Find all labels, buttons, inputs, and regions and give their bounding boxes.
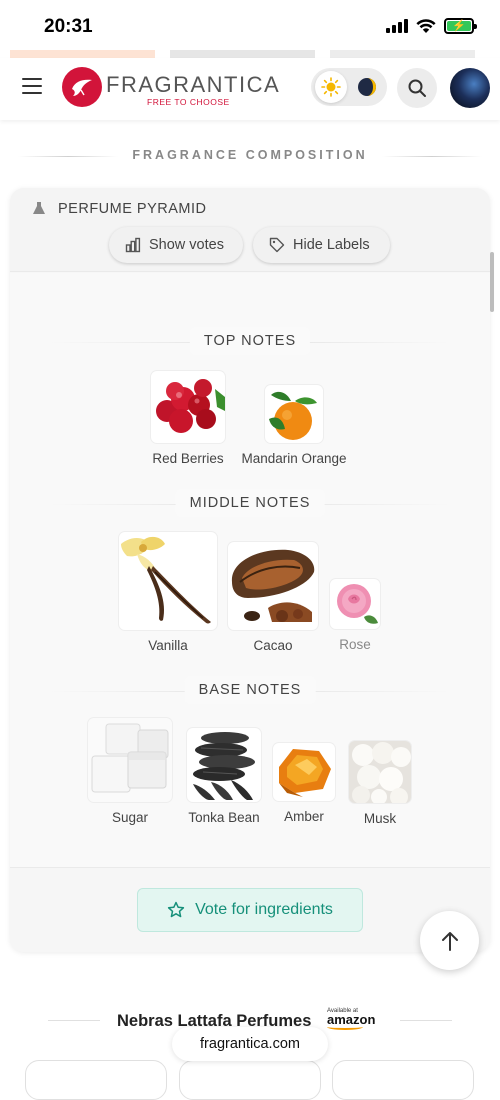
note-label: Rose	[339, 637, 371, 652]
product-card[interactable]	[179, 1060, 321, 1100]
note-label: Sugar	[111, 810, 149, 825]
note-sugar[interactable]: Sugar	[87, 718, 173, 825]
brand-tagline: FREE TO CHOOSE	[147, 97, 230, 107]
amazon-word: amazon	[327, 1012, 376, 1027]
pyramid-footer: Vote for ingredients	[10, 867, 490, 952]
note-label: Amber	[284, 809, 324, 824]
pyramid-title: PERFUME PYRAMID	[58, 201, 207, 217]
signal-icon	[386, 19, 408, 33]
top-notes-heading: TOP NOTES	[10, 327, 490, 357]
arrow-up-icon	[441, 931, 458, 951]
note-image	[119, 532, 217, 630]
flask-icon	[33, 202, 45, 214]
note-label: Red Berries	[152, 451, 224, 466]
pyramid-header: PERFUME PYRAMID Show votes Hide Labels	[10, 188, 490, 272]
status-bar: 20:31 ⚡	[0, 0, 500, 54]
vote-for-ingredients-button[interactable]: Vote for ingredients	[137, 888, 363, 932]
top-navbar: FRAGRANTICA FREE TO CHOOSE	[0, 58, 500, 120]
hide-labels-button[interactable]: Hide Labels	[253, 227, 390, 263]
note-label: Cacao	[253, 638, 293, 653]
section-title: FRAGRANCE COMPOSITION	[132, 148, 368, 162]
note-musk[interactable]: Musk	[346, 741, 414, 826]
note-image	[187, 728, 261, 802]
page-scrollbar[interactable]	[490, 252, 494, 312]
fragrantica-logo-icon[interactable]	[62, 67, 102, 107]
note-label: Musk	[363, 811, 397, 826]
theme-toggle[interactable]	[311, 68, 387, 106]
note-label: Vanilla	[148, 638, 188, 653]
note-image	[349, 741, 411, 803]
vote-button-label: Vote for ingredients	[195, 901, 333, 918]
scroll-to-top-button[interactable]	[420, 911, 479, 970]
note-image	[330, 579, 380, 629]
show-votes-button[interactable]: Show votes	[109, 227, 243, 263]
battery-icon: ⚡	[444, 18, 477, 34]
show-votes-label: Show votes	[149, 237, 224, 253]
note-image	[228, 542, 318, 630]
note-image	[151, 371, 225, 443]
menu-icon[interactable]	[22, 78, 42, 94]
note-rose[interactable]: Rose	[328, 579, 382, 652]
top-notes-label: TOP NOTES	[189, 327, 311, 355]
note-red-berries[interactable]: Red Berries	[148, 371, 228, 466]
note-image	[273, 743, 335, 801]
note-mandarin-orange[interactable]: Mandarin Orange	[239, 385, 349, 466]
base-notes-label: BASE NOTES	[184, 676, 316, 704]
note-amber[interactable]: Amber	[272, 743, 336, 824]
note-label: Mandarin Orange	[241, 451, 347, 466]
middle-notes-heading: MIDDLE NOTES	[10, 489, 490, 519]
section-heading: FRAGRANCE COMPOSITION	[0, 148, 500, 164]
status-icons: ⚡	[386, 18, 477, 34]
brand-wordmark[interactable]: FRAGRANTICA	[106, 72, 280, 98]
perfume-pyramid-card: PERFUME PYRAMID Show votes Hide Labels T…	[10, 188, 490, 952]
note-cacao[interactable]: Cacao	[227, 542, 319, 653]
note-image	[265, 385, 323, 443]
hide-labels-label: Hide Labels	[293, 237, 370, 253]
browser-url-pill[interactable]: fragrantica.com	[172, 1027, 328, 1061]
product-card[interactable]	[332, 1060, 474, 1100]
tag-icon	[269, 237, 285, 253]
note-vanilla[interactable]: Vanilla	[118, 532, 218, 653]
status-time: 20:31	[44, 16, 93, 37]
base-notes-heading: BASE NOTES	[10, 676, 490, 706]
note-label: Tonka Bean	[188, 810, 260, 825]
note-image	[88, 718, 172, 802]
amazon-logo[interactable]: Available at amazon	[327, 1008, 377, 1034]
star-icon	[167, 901, 185, 918]
bar-chart-icon	[125, 237, 141, 253]
wifi-icon	[416, 18, 436, 33]
middle-notes-label: MIDDLE NOTES	[175, 489, 325, 517]
product-card[interactable]	[25, 1060, 167, 1100]
pyramid-body: TOP NOTES Red Berries Mandarin Orange MI…	[10, 273, 490, 867]
avatar[interactable]	[450, 68, 490, 108]
moon-icon[interactable]	[351, 71, 383, 103]
search-icon[interactable]	[397, 68, 437, 108]
note-tonka-bean[interactable]: Tonka Bean	[182, 728, 266, 825]
sun-icon[interactable]	[315, 71, 347, 103]
